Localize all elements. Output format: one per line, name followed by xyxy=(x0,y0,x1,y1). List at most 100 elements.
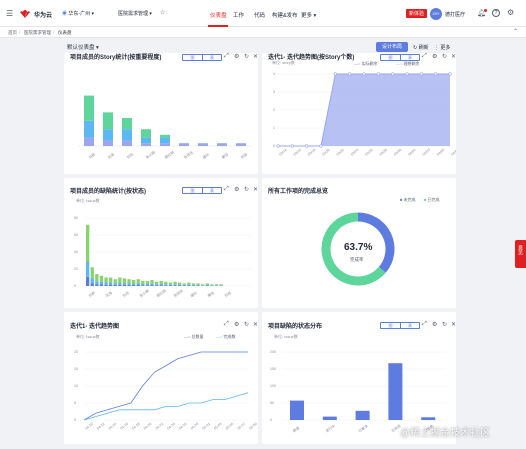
iteration-trend-line-chart: 2015105004-10 04-12 04-14 04-16 04-18 04-20 04… xyxy=(74,350,258,431)
bar-segment xyxy=(90,267,94,279)
region-selector[interactable]: ◉ 华东-广州 ▾ xyxy=(62,10,94,17)
bar-segment xyxy=(168,285,173,286)
x-tick-label: 03/28 xyxy=(379,148,388,157)
bar-segment xyxy=(201,284,205,286)
bar-segment xyxy=(150,285,154,286)
bar-segment xyxy=(178,285,182,286)
completion-label: 完成率 xyxy=(350,257,364,262)
user-name[interactable]: 德打医疗 xyxy=(445,11,465,18)
bar-segment xyxy=(90,278,94,284)
bar xyxy=(421,417,436,420)
chevron-down-icon: ▾ xyxy=(96,45,99,51)
x-tick-label: 04-22 xyxy=(155,422,164,431)
bar-segment xyxy=(118,282,122,285)
y-tick-label: 5 xyxy=(74,401,76,405)
nav-tab-build-release[interactable]: 构建&发布 xyxy=(272,11,298,19)
bar-segment xyxy=(164,284,168,286)
defect-stacked-bar-chart: 80 60 40 20 0 刘桥 沈海 刘浩 张小刚 唐红明 张佳佳 康乐 黄恒 刘旭 xyxy=(74,216,252,298)
data-point xyxy=(391,72,395,76)
bar-segment xyxy=(127,279,131,284)
data-point xyxy=(333,72,337,76)
x-tick-label: 04-10 xyxy=(84,422,93,431)
data-point xyxy=(419,72,423,76)
bar-segment xyxy=(150,280,154,284)
breadcrumb-home[interactable]: 首页 xyxy=(8,30,17,36)
x-tick-label: 张小刚 xyxy=(144,149,156,159)
menu-icon[interactable]: ☰ xyxy=(6,9,13,18)
bar-segment xyxy=(173,284,177,286)
x-tick-label: 进行中 xyxy=(324,423,336,433)
nav-tab-work[interactable]: 工作 xyxy=(233,11,244,19)
story-burndown-line-chart: 4 3 2 1 003/14 03/16 03/18 03/20 03/22 03/24 03/26… xyxy=(273,72,456,157)
y-tick-label: 20 xyxy=(74,350,78,354)
x-tick-label: 05-01 xyxy=(202,422,211,431)
y-tick-label: 1 xyxy=(273,126,275,130)
nav-tab-more[interactable]: 更多 ▾ xyxy=(301,11,316,19)
refresh-label: 刷新 xyxy=(418,45,429,51)
x-tick-label: 03/26 xyxy=(364,148,373,157)
bar-segment xyxy=(145,280,150,284)
refresh-button[interactable]: ↻ 刷新 xyxy=(413,44,429,51)
y-tick-label: 100 xyxy=(270,384,276,388)
bar-segment xyxy=(104,277,108,283)
bar-segment xyxy=(145,285,150,286)
design-layout-button[interactable]: 设计布局 xyxy=(376,42,408,52)
x-tick-label: 05-05 xyxy=(225,422,234,431)
x-tick-label: 张佳佳 xyxy=(182,149,194,159)
more-button[interactable]: ⋮ 更多 xyxy=(434,44,450,51)
bar-segment xyxy=(191,283,196,285)
bar-segment xyxy=(179,143,189,146)
x-tick-label: 03/16 xyxy=(293,148,302,157)
nav-tab-dashboard[interactable]: 仪表盘 xyxy=(210,11,227,19)
settings-icon[interactable]: ⚙ xyxy=(507,8,514,17)
bar-segment xyxy=(132,283,136,286)
trial-badge[interactable]: 新体验 xyxy=(406,9,428,18)
bar-segment xyxy=(118,277,122,283)
bar xyxy=(322,416,337,420)
location-icon: ◉ xyxy=(62,11,68,17)
bar-segment xyxy=(109,284,113,286)
bar-segment xyxy=(187,285,191,286)
bar-segment xyxy=(168,282,173,285)
bar-segment xyxy=(191,284,196,286)
bar-segment xyxy=(178,282,182,285)
breadcrumb-project[interactable]: 医院需求管理 xyxy=(24,30,51,36)
y-tick-label: 10 xyxy=(74,384,78,388)
panel-completion-overview: 所有工作项的完成总览 ■ 未完成 ■ 已完成 63.7% 完成率 xyxy=(262,178,456,308)
dashboard-selector[interactable]: 默认仪表盘 ▾ xyxy=(67,43,99,51)
data-point xyxy=(376,72,380,76)
y-tick-label: 60 xyxy=(74,233,78,237)
breadcrumb-separator: / xyxy=(19,30,21,35)
bar-segment xyxy=(141,137,151,144)
bar-segment xyxy=(150,283,154,286)
x-tick-label: 刘浩 xyxy=(121,290,130,298)
bar-segment xyxy=(164,281,168,285)
feedback-tab[interactable]: 意见 xyxy=(515,240,526,268)
bar-segment xyxy=(90,283,94,286)
nav-tab-code[interactable]: 代码 xyxy=(254,11,265,19)
x-tick-label: 刘旭 xyxy=(223,290,232,298)
x-tick-label: 04/07 xyxy=(450,148,456,157)
project-selector[interactable]: 医院需求管理 ▾ xyxy=(118,10,152,17)
bar-segment xyxy=(136,284,140,286)
collapse-icon[interactable]: ⌃ xyxy=(513,28,518,35)
panel-iteration-burndown-story: 迭代1- 迭代趋势图(按Story个数) 单位: story数 —○ 实际剩余 … xyxy=(262,53,456,174)
x-tick-label: 04-18 xyxy=(131,422,140,431)
data-point xyxy=(434,72,438,76)
star-icon[interactable]: ☆ xyxy=(160,9,165,16)
x-tick-label: 黄恒 xyxy=(206,290,215,298)
x-tick-label: 沈海 xyxy=(106,151,115,159)
bar-segment xyxy=(173,281,177,285)
more-label: 更多 xyxy=(301,13,313,19)
chevron-down-icon: ▾ xyxy=(91,11,94,17)
x-tick-label: 刘桥 xyxy=(87,151,96,159)
help-icon[interactable]: ? xyxy=(492,9,500,17)
x-tick-label: 张小刚 xyxy=(138,288,150,298)
avatar[interactable]: ZHY xyxy=(430,8,442,20)
bar-segment xyxy=(86,224,90,262)
bar-segment xyxy=(198,143,208,146)
bar-segment xyxy=(95,281,99,285)
bar-segment xyxy=(127,284,131,286)
y-tick-label: 0 xyxy=(74,418,76,422)
top-navigation-bar: ☰ 华为云 ◉ 华东-广州 ▾ 医院需求管理 ▾ ☆ 仪表盘 工作 代码 构建&… xyxy=(0,0,526,27)
